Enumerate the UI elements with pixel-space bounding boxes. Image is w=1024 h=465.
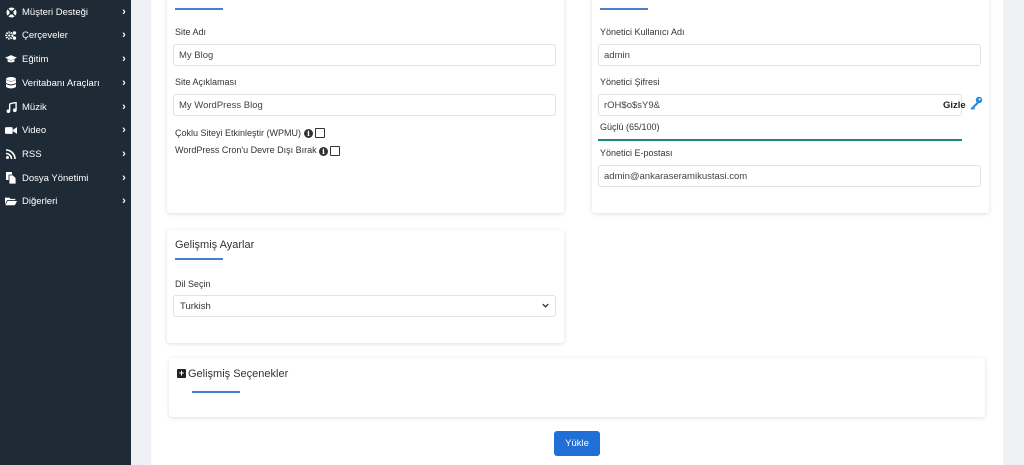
advanced-options-card[interactable]: + Gelişmiş Seçenekler (169, 358, 985, 417)
sidebar-item-label: Müşteri Desteği (22, 6, 88, 18)
admin-username-label: Yönetici Kullanıcı Adı (600, 27, 685, 37)
site-description-label: Site Açıklaması (175, 77, 237, 87)
chevron-down-icon (541, 301, 550, 313)
sidebar-item-veritabani-araclari[interactable]: Veritabanı Araçları › (0, 72, 131, 94)
sidebar-item-label: Eğitim (22, 53, 49, 65)
main-content: Site Adı My Blog Site Açıklaması My Word… (151, 0, 1003, 465)
disable-cron-label: WordPress Cron'u Devre Dışı Bırak (175, 145, 317, 155)
section-underline (175, 258, 223, 260)
key-icon[interactable] (969, 96, 983, 110)
site-name-label: Site Adı (175, 27, 207, 37)
chevron-right-icon: › (122, 53, 126, 65)
sidebar-item-dosya-yonetimi[interactable]: Dosya Yönetimi › (0, 167, 131, 189)
sidebar-item-label: Diğerleri (22, 195, 58, 207)
sidebar: Müşteri Desteği › Çerçeveler › Eğitim › … (0, 0, 131, 465)
language-label: Dil Seçin (175, 279, 211, 289)
rss-icon (5, 148, 17, 160)
disable-cron-checkbox[interactable] (330, 146, 340, 156)
database-icon (5, 77, 17, 89)
sidebar-item-muzik[interactable]: Müzik › (0, 96, 131, 118)
sidebar-item-label: Çerçeveler (22, 29, 68, 41)
section-underline (600, 8, 648, 10)
password-strength-bar (598, 139, 962, 141)
section-underline (175, 8, 223, 10)
section-underline (192, 391, 240, 393)
wpmu-label: Çoklu Siteyi Etkinleştir (WPMU) (175, 128, 302, 138)
site-name-input[interactable]: My Blog (173, 44, 556, 66)
sidebar-item-label: Veritabanı Araçları (22, 77, 100, 89)
advanced-settings-card: Gelişmiş Ayarlar Dil Seçin Turkish (167, 230, 564, 343)
video-icon (5, 124, 17, 136)
sidebar-item-rss[interactable]: RSS › (0, 143, 131, 165)
admin-password-label: Yönetici Şifresi (600, 77, 660, 87)
wpmu-checkbox[interactable] (315, 128, 325, 138)
sidebar-item-label: Müzik (22, 101, 47, 113)
life-ring-icon (5, 6, 17, 18)
sidebar-item-label: RSS (22, 148, 42, 160)
chevron-right-icon: › (122, 172, 126, 184)
admin-username-input[interactable]: admin (598, 44, 981, 66)
sidebar-item-label: Dosya Yönetimi (22, 172, 89, 184)
advanced-settings-title: Gelişmiş Ayarlar (175, 239, 255, 251)
chevron-right-icon: › (122, 29, 126, 41)
chevron-right-icon: › (122, 195, 126, 207)
language-select-value: Turkish (180, 300, 211, 312)
folder-icon (5, 195, 17, 207)
advanced-options-title[interactable]: Gelişmiş Seçenekler (188, 368, 288, 380)
site-description-input[interactable]: My WordPress Blog (173, 94, 556, 116)
info-icon[interactable]: i (319, 147, 328, 156)
graduation-cap-icon (5, 53, 17, 65)
sidebar-item-video[interactable]: Video › (0, 119, 131, 141)
password-strength-text: Güçlü (65/100) (600, 122, 660, 132)
admin-password-input[interactable]: rOH$o$sY9& (598, 94, 962, 116)
sidebar-item-cerceveler[interactable]: Çerçeveler › (0, 24, 131, 46)
admin-account-card: Yönetici Kullanıcı Adı admin Yönetici Şi… (592, 0, 989, 213)
hide-password-toggle[interactable]: Gizle (943, 100, 966, 111)
password-strength-track (598, 139, 962, 141)
info-icon[interactable]: i (304, 129, 313, 138)
music-icon (5, 101, 17, 113)
sidebar-item-musteri-destegi[interactable]: Müşteri Desteği › (0, 1, 131, 23)
chevron-right-icon: › (122, 77, 126, 89)
admin-email-label: Yönetici E-postası (600, 148, 673, 158)
admin-email-input[interactable]: admin@ankaraseramikustasi.com (598, 165, 981, 187)
file-icon (5, 172, 17, 184)
sidebar-item-egitim[interactable]: Eğitim › (0, 48, 131, 70)
chevron-right-icon: › (122, 148, 126, 160)
cogs-icon (5, 29, 17, 41)
install-button[interactable]: Yükle (554, 431, 600, 456)
sidebar-item-label: Video (22, 124, 47, 136)
language-select[interactable]: Turkish (173, 295, 556, 317)
expand-plus-icon[interactable]: + (177, 369, 186, 378)
site-settings-card: Site Adı My Blog Site Açıklaması My Word… (167, 0, 564, 213)
sidebar-item-digerleri[interactable]: Diğerleri › (0, 190, 131, 212)
chevron-right-icon: › (122, 124, 126, 136)
chevron-right-icon: › (122, 6, 126, 18)
chevron-right-icon: › (122, 101, 126, 113)
